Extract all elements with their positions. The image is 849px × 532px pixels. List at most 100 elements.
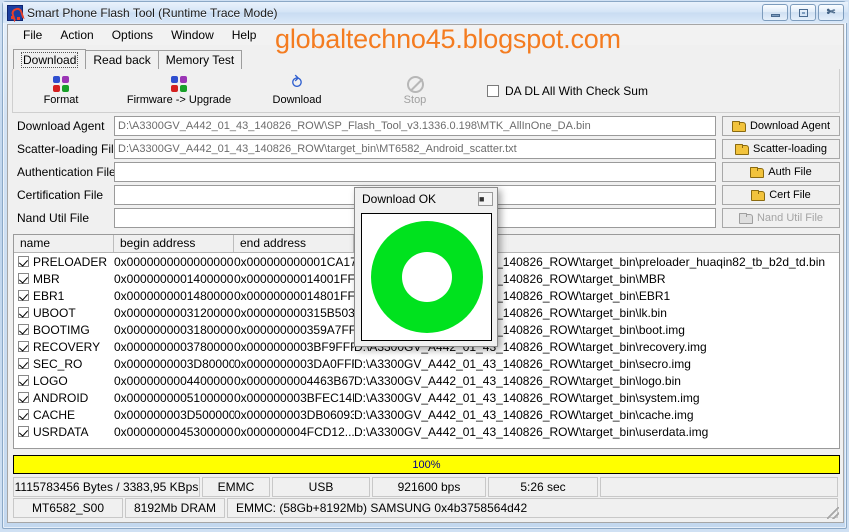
minimize-icon	[770, 13, 780, 17]
da-dl-checksum-checkbox[interactable]: DA DL All With Check Sum	[487, 84, 648, 98]
cell-begin-address: 0x000000003D500000	[114, 407, 234, 422]
tab-bar: Download Read back Memory Test	[13, 49, 243, 69]
minimize-button[interactable]	[762, 4, 788, 21]
folder-icon	[731, 121, 746, 132]
format-button[interactable]: Format	[13, 70, 109, 112]
cell-end-address: 0x0000000004463B67	[234, 373, 354, 388]
progress-percent-label: 100%	[412, 458, 441, 471]
table-row[interactable]: ANDROID 0x0000000005100000 0x000000003BFEC…	[14, 389, 839, 406]
status-dram: 8192Mb DRAM	[125, 498, 225, 518]
row-checkbox[interactable]	[18, 341, 29, 352]
column-header-begin-address[interactable]: begin address	[114, 235, 234, 252]
maximize-button[interactable]	[790, 4, 816, 21]
nand-util-file-browse-label: Nand Util File	[756, 212, 824, 224]
cell-name: LOGO	[14, 374, 114, 388]
download-agent-browse-label: Download Agent	[749, 120, 831, 132]
row-checkbox[interactable]	[18, 307, 29, 318]
close-button[interactable]: ✄	[818, 4, 844, 21]
cell-location: D:\A3300GV_A442_01_43_140826_ROW\target_…	[354, 390, 700, 405]
stop-sign-icon	[406, 75, 424, 93]
cert-file-browse-button[interactable]: Cert File	[722, 185, 840, 205]
partition-name: LOGO	[33, 373, 68, 388]
column-header-end-address[interactable]: end address	[234, 235, 354, 252]
row-checkbox[interactable]	[18, 392, 29, 403]
partition-name: BOOTIMG	[33, 322, 90, 337]
table-row[interactable]: SEC_RO 0x0000000003D80000 0x0000000003DA0F…	[14, 355, 839, 372]
cell-begin-address: 0x0000000000000000	[114, 254, 234, 269]
stop-button-label: Stop	[403, 93, 427, 106]
menu-item-action[interactable]: Action	[51, 26, 102, 44]
partition-name: UBOOT	[33, 305, 76, 320]
cell-end-address: 0x000000003DB06093	[234, 407, 354, 422]
table-row[interactable]: LOGO 0x0000000004400000 0x0000000004463B67…	[14, 372, 839, 389]
row-checkbox[interactable]	[18, 409, 29, 420]
download-button[interactable]: ⥁ Download	[249, 70, 345, 112]
cell-name: PRELOADER	[14, 255, 114, 269]
tab-memory-test-label: Memory Test	[165, 53, 235, 67]
status-spacer-1	[600, 477, 838, 497]
tab-memory-test[interactable]: Memory Test	[157, 50, 243, 69]
partition-name: SEC_RO	[33, 356, 83, 371]
scatter-loading-browse-button[interactable]: Scatter-loading	[722, 139, 840, 159]
cell-end-address: 0x000000004FCD12...	[234, 424, 354, 439]
resize-grip[interactable]	[827, 507, 839, 519]
pinwheel-icon	[52, 75, 70, 93]
folder-icon	[738, 213, 753, 224]
stop-button[interactable]: Stop	[367, 70, 463, 112]
cell-begin-address: 0x0000000005100000	[114, 390, 234, 405]
cell-begin-address: 0x0000000045300000	[114, 424, 234, 439]
row-checkbox[interactable]	[18, 290, 29, 301]
row-checkbox[interactable]	[18, 256, 29, 267]
da-dl-checksum-label: DA DL All With Check Sum	[505, 83, 648, 98]
partition-name: USRDATA	[33, 424, 89, 439]
close-icon: ✄	[826, 6, 836, 18]
row-checkbox[interactable]	[18, 375, 29, 386]
row-checkbox[interactable]	[18, 426, 29, 437]
row-checkbox[interactable]	[18, 273, 29, 284]
table-row[interactable]: CACHE 0x000000003D500000 0x000000003DB0609…	[14, 406, 839, 423]
partition-name: ANDROID	[33, 390, 89, 405]
tab-download[interactable]: Download	[13, 49, 87, 69]
download-agent-label: Download Agent	[17, 119, 105, 133]
status-emmc-info: EMMC: (58Gb+8192Mb) SAMSUNG 0x4b3758564d…	[227, 498, 838, 518]
cell-location: D:\A3300GV_A442_01_43_140826_ROW\target_…	[354, 407, 694, 422]
menu-item-window[interactable]: Window	[162, 26, 223, 44]
title-bar: Smart Phone Flash Tool (Runtime Trace Mo…	[3, 2, 848, 23]
folder-icon	[735, 144, 749, 155]
format-button-label: Format	[43, 94, 79, 106]
cell-name: UBOOT	[14, 306, 114, 320]
application-window: Smart Phone Flash Tool (Runtime Trace Mo…	[0, 0, 849, 532]
nand-util-file-browse-button[interactable]: Nand Util File	[722, 208, 840, 228]
download-button-label: Download	[272, 94, 322, 106]
table-row[interactable]: USRDATA 0x0000000045300000 0x000000004FCD1…	[14, 423, 839, 440]
watermark-text: globaltechno45.blogspot.com	[275, 24, 621, 54]
cell-begin-address: 0x0000000003180000	[114, 322, 234, 337]
row-checkbox[interactable]	[18, 324, 29, 335]
cell-name: SEC_RO	[14, 357, 114, 371]
cell-name: ANDROID	[14, 391, 114, 405]
menu-item-file[interactable]: File	[14, 26, 51, 44]
scatter-loading-input[interactable]: D:\A3300GV_A442_01_43_140826_ROW\target_…	[114, 139, 716, 159]
cell-end-address: 0x0000000003BF9FFF	[234, 339, 354, 354]
row-checkbox[interactable]	[18, 358, 29, 369]
cell-begin-address: 0x0000000003120000	[114, 305, 234, 320]
cell-begin-address: 0x0000000001400000	[114, 271, 234, 286]
menu-item-help[interactable]: Help	[223, 26, 266, 44]
column-header-name[interactable]: name	[14, 235, 114, 252]
dialog-close-button[interactable]: ■	[478, 192, 493, 206]
download-agent-input[interactable]: D:\A3300GV_A442_01_43_140826_ROW\SP_Flas…	[114, 116, 716, 136]
auth-file-browse-button[interactable]: Auth File	[722, 162, 840, 182]
firmware-upgrade-button[interactable]: Firmware -> Upgrade	[109, 70, 249, 112]
partition-name: MBR	[33, 271, 60, 286]
cell-name: CACHE	[14, 408, 114, 422]
progress-bar: 100%	[13, 455, 840, 474]
download-arrow-icon: ⥁	[291, 75, 303, 92]
download-agent-browse-button[interactable]: Download Agent	[722, 116, 840, 136]
folder-icon	[750, 167, 765, 178]
download-ok-dialog: Download OK ■	[354, 187, 498, 347]
authentication-file-input[interactable]	[114, 162, 716, 182]
menu-item-options[interactable]: Options	[103, 26, 162, 44]
folder-icon	[751, 190, 766, 201]
certification-file-label: Certification File	[17, 188, 104, 202]
tab-read-back[interactable]: Read back	[85, 50, 159, 69]
